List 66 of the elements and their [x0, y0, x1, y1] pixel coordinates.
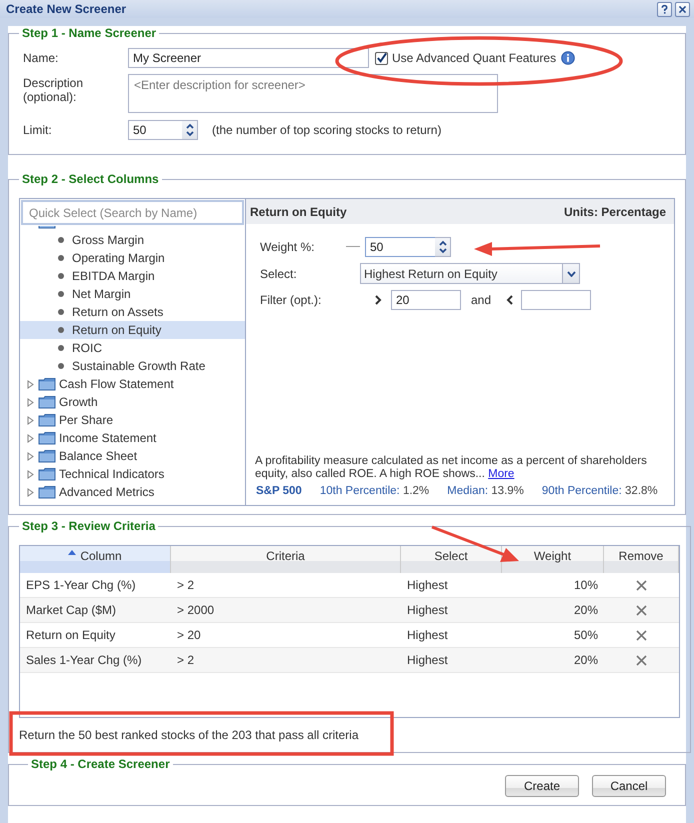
- description-text: A profitability measure calculated as net income as a percent of shareholders equity, also called ROE. A high ROE shows... More: [254, 455, 648, 481]
- table-cell-text: 20%: [572, 603, 599, 617]
- tree-item[interactable]: Sustainable Growth Rate: [72, 359, 206, 373]
- table-cell-text: > 2: [176, 578, 196, 592]
- table-cell-text: 20%: [572, 653, 599, 667]
- tree-item[interactable]: Operating Margin: [72, 251, 165, 265]
- section-legend: Step 3 - Review Criteria: [19, 519, 158, 533]
- tree-item[interactable]: Advanced Metrics: [59, 485, 154, 499]
- search-field[interactable]: Quick Select (Search by Name): [21, 200, 244, 225]
- hint-text: (the number of top scoring stocks to return): [212, 123, 442, 137]
- table-cell-text: > 20: [176, 628, 202, 642]
- tree-item[interactable]: Cash Flow Statement: [59, 377, 174, 391]
- field-label: Description (optional):: [22, 75, 84, 104]
- table-cell-text: Highest: [406, 653, 449, 667]
- section-legend: Step 2 - Select Columns: [19, 172, 162, 186]
- stat-text: Median: 13.9%: [447, 485, 524, 497]
- description-field[interactable]: <Enter description for screener>: [128, 74, 498, 113]
- field-label: Filter (opt.):: [260, 293, 322, 307]
- table-cell-text: Market Cap ($M): [25, 603, 118, 617]
- field-label: Select:: [260, 266, 298, 280]
- table-cell-text: 50%: [572, 628, 599, 642]
- index-label: S&P 500: [256, 485, 302, 497]
- summary-text: Return the 50 best ranked stocks of the 203 that pass all criteria: [19, 728, 360, 742]
- window-title: Create New Screener: [6, 2, 128, 16]
- tree-item[interactable]: EBITDA Margin: [72, 269, 155, 283]
- column-header[interactable]: Criteria: [171, 546, 401, 573]
- table-cell-text: 10%: [572, 578, 599, 592]
- dialog-button[interactable]: Cancel: [592, 775, 666, 797]
- column-header[interactable]: Column: [20, 546, 171, 573]
- tree-item[interactable]: Return on Equity: [72, 323, 162, 337]
- column-header[interactable]: Weight: [502, 546, 604, 573]
- tree-item[interactable]: Per Share: [59, 413, 114, 427]
- select-dropdown[interactable]: Highest Return on Equity: [360, 263, 580, 284]
- filter-min-field[interactable]: 20: [391, 290, 461, 310]
- stat-text: 10th Percentile: 1.2%: [320, 485, 430, 497]
- section-legend: Step 1 - Name Screener: [19, 26, 160, 40]
- table-cell-text: Highest: [406, 603, 449, 617]
- table-cell-text: Return on Equity: [25, 628, 116, 642]
- field-label: Name:: [22, 51, 60, 65]
- tree-item[interactable]: ROIC: [72, 341, 102, 355]
- tree-item[interactable]: Balance Sheet: [59, 449, 138, 463]
- stat-text: 90th Percentile: 32.8%: [542, 485, 658, 497]
- table-cell-text: > 2000: [176, 603, 216, 617]
- table-cell-text: EPS 1-Year Chg (%): [25, 578, 137, 592]
- panel-title: Return on Equity: [250, 204, 347, 218]
- units-text: Units: Percentage: [564, 204, 666, 218]
- field-label: Limit:: [22, 123, 53, 137]
- table-cell-text: > 2: [176, 653, 196, 667]
- more-link[interactable]: More: [488, 468, 514, 480]
- table-cell-text: Sales 1-Year Chg (%): [25, 653, 143, 667]
- dialog-button[interactable]: Create: [505, 775, 579, 797]
- column-header[interactable]: Remove: [604, 546, 679, 573]
- tree-item[interactable]: Growth: [59, 395, 98, 409]
- column-header[interactable]: Select: [401, 546, 502, 573]
- table-cell-text: Highest: [406, 578, 449, 592]
- and-text: and: [471, 293, 492, 307]
- section-legend: Step 4 - Create Screener: [28, 757, 173, 771]
- field-label: Weight %:: [260, 240, 316, 254]
- checkbox-label[interactable]: Use Advanced Quant Features: [392, 51, 556, 65]
- tree-item[interactable]: Gross Margin: [72, 233, 144, 247]
- table-cell-text: Highest: [406, 628, 449, 642]
- name-field[interactable]: My Screener: [128, 48, 369, 68]
- tree-item[interactable]: Return on Assets: [72, 305, 164, 319]
- tree-item[interactable]: Income Statement: [59, 431, 156, 445]
- tree-item[interactable]: Technical Indicators: [59, 467, 164, 481]
- tree-item[interactable]: Net Margin: [72, 287, 131, 301]
